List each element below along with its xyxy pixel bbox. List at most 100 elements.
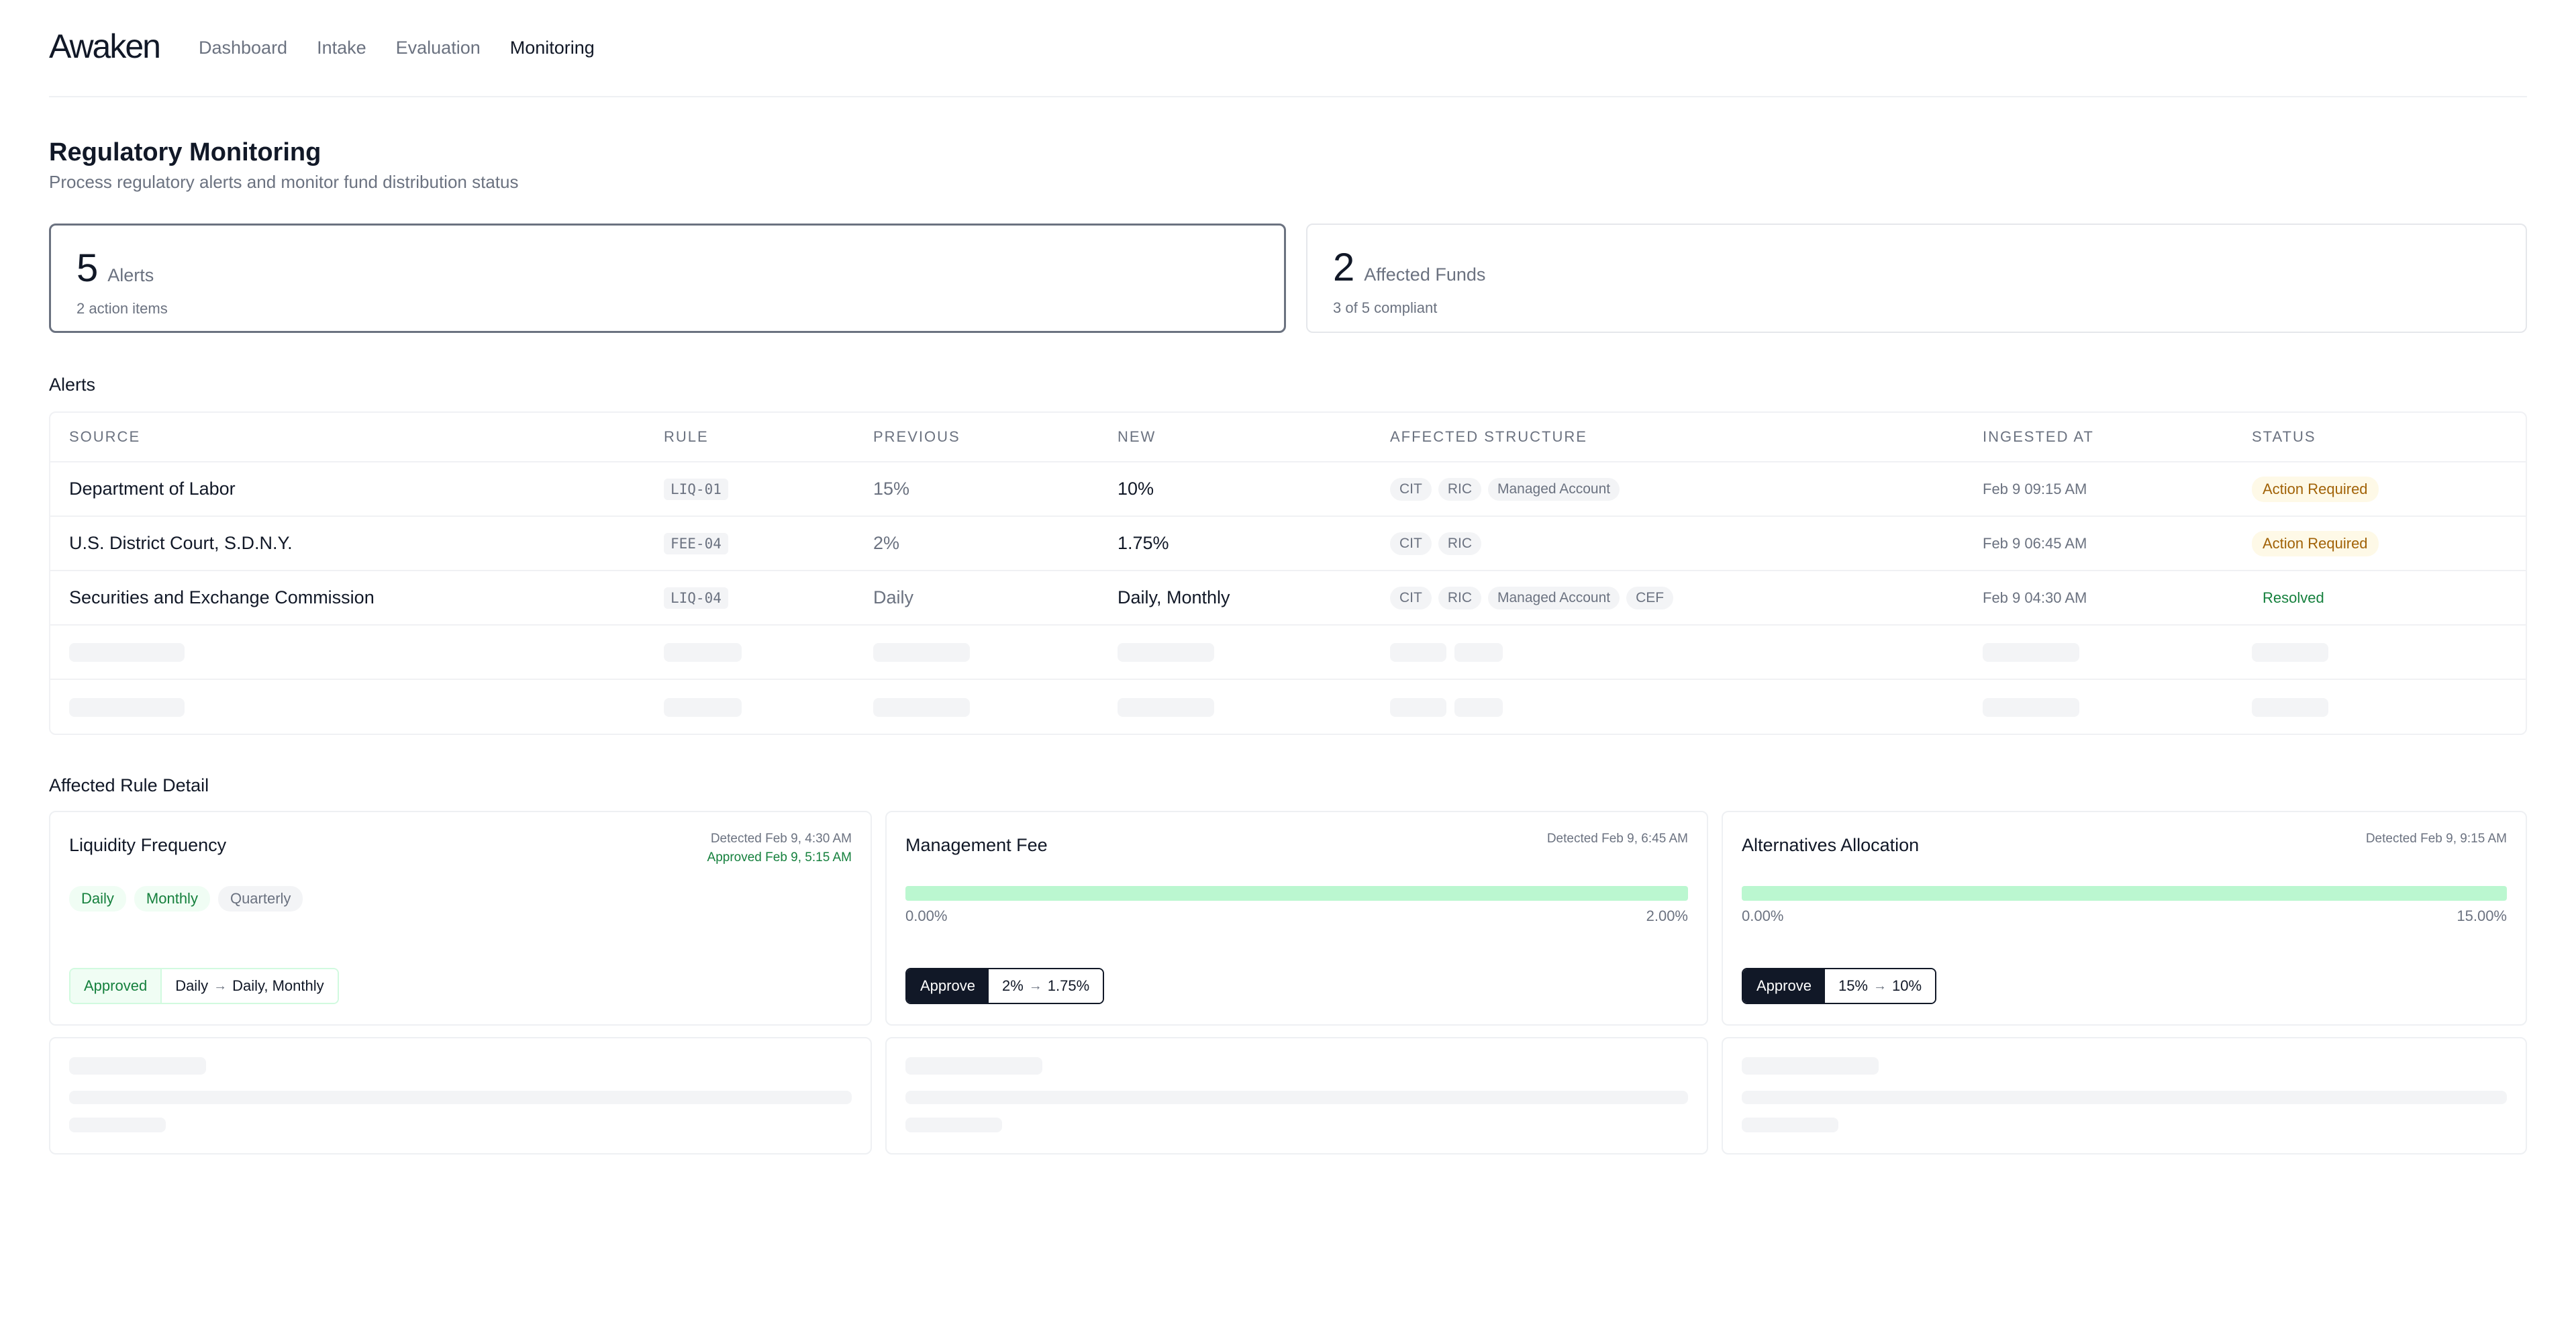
status-badge: Action Required [2252,530,2379,556]
col-rule: RULE [664,428,709,445]
rule-card-liquidity-frequency[interactable]: Liquidity Frequency Detected Feb 9, 4:30… [49,811,872,1026]
rule-card-title: Alternatives Allocation [1742,835,1920,855]
structure-tag: CEF [1626,586,1674,609]
detail-heading: Affected Rule Detail [49,775,209,795]
skeleton-bar [1454,697,1503,717]
skeleton-bar [1390,642,1446,662]
table-row[interactable]: Department of Labor LIQ-01 15% 10% CIT R… [50,462,2526,517]
skeleton-card [1722,1037,2527,1154]
change-summary: 2% → 1.75% [988,969,1103,1003]
awaken-logo[interactable]: Awaken [49,27,161,66]
table-row[interactable]: Securities and Exchange Commission LIQ-0… [50,571,2526,626]
col-affected-structure: AFFECTED STRUCTURE [1390,428,1587,445]
skeleton-bar [2252,642,2328,662]
rule-code: FEE-04 [664,532,728,554]
skeleton-bar [1983,697,2079,717]
range-bar [905,886,1688,901]
funds-count: 2 [1333,246,1355,289]
frequency-chips: Daily Monthly Quarterly [69,886,303,912]
alerts-heading: Alerts [49,375,96,395]
nav-dashboard[interactable]: Dashboard [199,38,287,58]
new-value: 10% [1118,479,1154,499]
skeleton-bar [1742,1057,1879,1075]
status-badge: Resolved [2263,589,2324,606]
col-ingested-at: INGESTED AT [1983,428,2094,445]
skeleton-bar [1742,1091,2507,1104]
skeleton-bar [2252,697,2328,717]
alerts-label: Alerts [107,265,154,285]
approved-badge: Approved [70,969,162,1003]
rule-card-title: Liquidity Frequency [69,835,227,855]
change-from: 2% [1001,977,1024,994]
table-row[interactable]: U.S. District Court, S.D.N.Y. FEE-04 2% … [50,517,2526,571]
approve-action: Approve 15% → 10% [1742,968,1937,1004]
skeleton-bar [905,1118,1002,1132]
skeleton-card [49,1037,872,1154]
chip-daily: Daily [69,886,126,912]
skeleton-bar [1983,642,2079,662]
change-from: Daily [175,977,209,994]
rule-card-alternatives-allocation[interactable]: Alternatives Allocation Detected Feb 9, … [1722,811,2527,1026]
structure-tag: Managed Account [1488,586,1620,609]
rule-card-title: Management Fee [905,835,1048,855]
row-source: U.S. District Court, S.D.N.Y. [69,533,293,553]
rule-code: LIQ-01 [664,478,728,500]
table-header: SOURCE RULE PREVIOUS NEW AFFECTED STRUCT… [50,413,2526,462]
arrow-right-icon: → [213,978,228,993]
approve-button[interactable]: Approve [1743,969,1825,1003]
approved-time: Approved Feb 9, 5:15 AM [707,850,852,865]
change-to: 1.75% [1047,977,1090,994]
top-header: Awaken Dashboard Intake Evaluation Monit… [49,0,2527,97]
range-min: 0.00% [1742,907,1784,924]
skeleton-bar [69,1118,166,1132]
rule-card-dates: Detected Feb 9, 4:30 AM Approved Feb 9, … [707,830,852,867]
previous-value: 2% [873,533,900,553]
chip-monthly: Monthly [134,886,210,912]
nav-intake[interactable]: Intake [317,38,366,58]
chip-quarterly: Quarterly [217,886,303,912]
range-max: 2.00% [1646,907,1688,924]
skeleton-bar [664,697,742,717]
alerts-count: 5 [77,246,99,290]
rule-code: LIQ-04 [664,587,728,609]
rule-card-dates: Detected Feb 9, 6:45 AM [1547,830,1688,848]
stat-card-alerts[interactable]: 5 Alerts 2 action items [49,224,1286,333]
change-from: 15% [1838,977,1868,994]
previous-value: 15% [873,479,910,499]
ingested-at: Feb 9 06:45 AM [1983,534,2087,552]
structure-tag: Managed Account [1488,477,1620,501]
ingested-at: Feb 9 04:30 AM [1983,589,2087,606]
col-new: NEW [1118,428,1156,445]
rule-card-management-fee[interactable]: Management Fee Detected Feb 9, 6:45 AM 0… [885,811,1708,1026]
change-summary: 15% → 10% [1824,969,1936,1003]
new-value: 1.75% [1118,533,1169,553]
approve-action: Approve 2% → 1.75% [905,968,1105,1004]
structure-tag: RIC [1438,532,1481,555]
change-to: Daily, Monthly [232,977,324,994]
change-to: 10% [1892,977,1922,994]
col-source: SOURCE [69,428,141,445]
ingested-at: Feb 9 09:15 AM [1983,480,2087,497]
structure-tag: RIC [1438,477,1481,501]
detected-time: Detected Feb 9, 6:45 AM [1546,832,1688,846]
approved-change: Approved Daily → Daily, Monthly [69,968,339,1004]
structure-tag: RIC [1438,586,1481,609]
approve-button[interactable]: Approve [907,969,989,1003]
previous-value: Daily [873,587,914,607]
funds-label: Affected Funds [1364,264,1486,285]
alerts-sub: 2 action items [77,300,168,317]
detected-time: Detected Feb 9, 9:15 AM [2365,832,2507,846]
skeleton-bar [69,697,185,717]
row-source: Department of Labor [69,479,236,499]
main-nav: Dashboard Intake Evaluation Monitoring [199,38,595,58]
structure-tag: CIT [1390,532,1432,555]
nav-monitoring[interactable]: Monitoring [510,38,595,58]
skeleton-bar [873,642,970,662]
status-badge: Action Required [2252,476,2379,502]
stat-card-affected-funds[interactable]: 2 Affected Funds 3 of 5 compliant [1306,224,2527,333]
arrow-right-icon: → [1873,978,1887,993]
range-bar [1742,886,2507,901]
change-summary: Daily → Daily, Monthly [162,969,338,1003]
nav-evaluation[interactable]: Evaluation [396,38,481,58]
skeleton-bar [905,1057,1042,1075]
